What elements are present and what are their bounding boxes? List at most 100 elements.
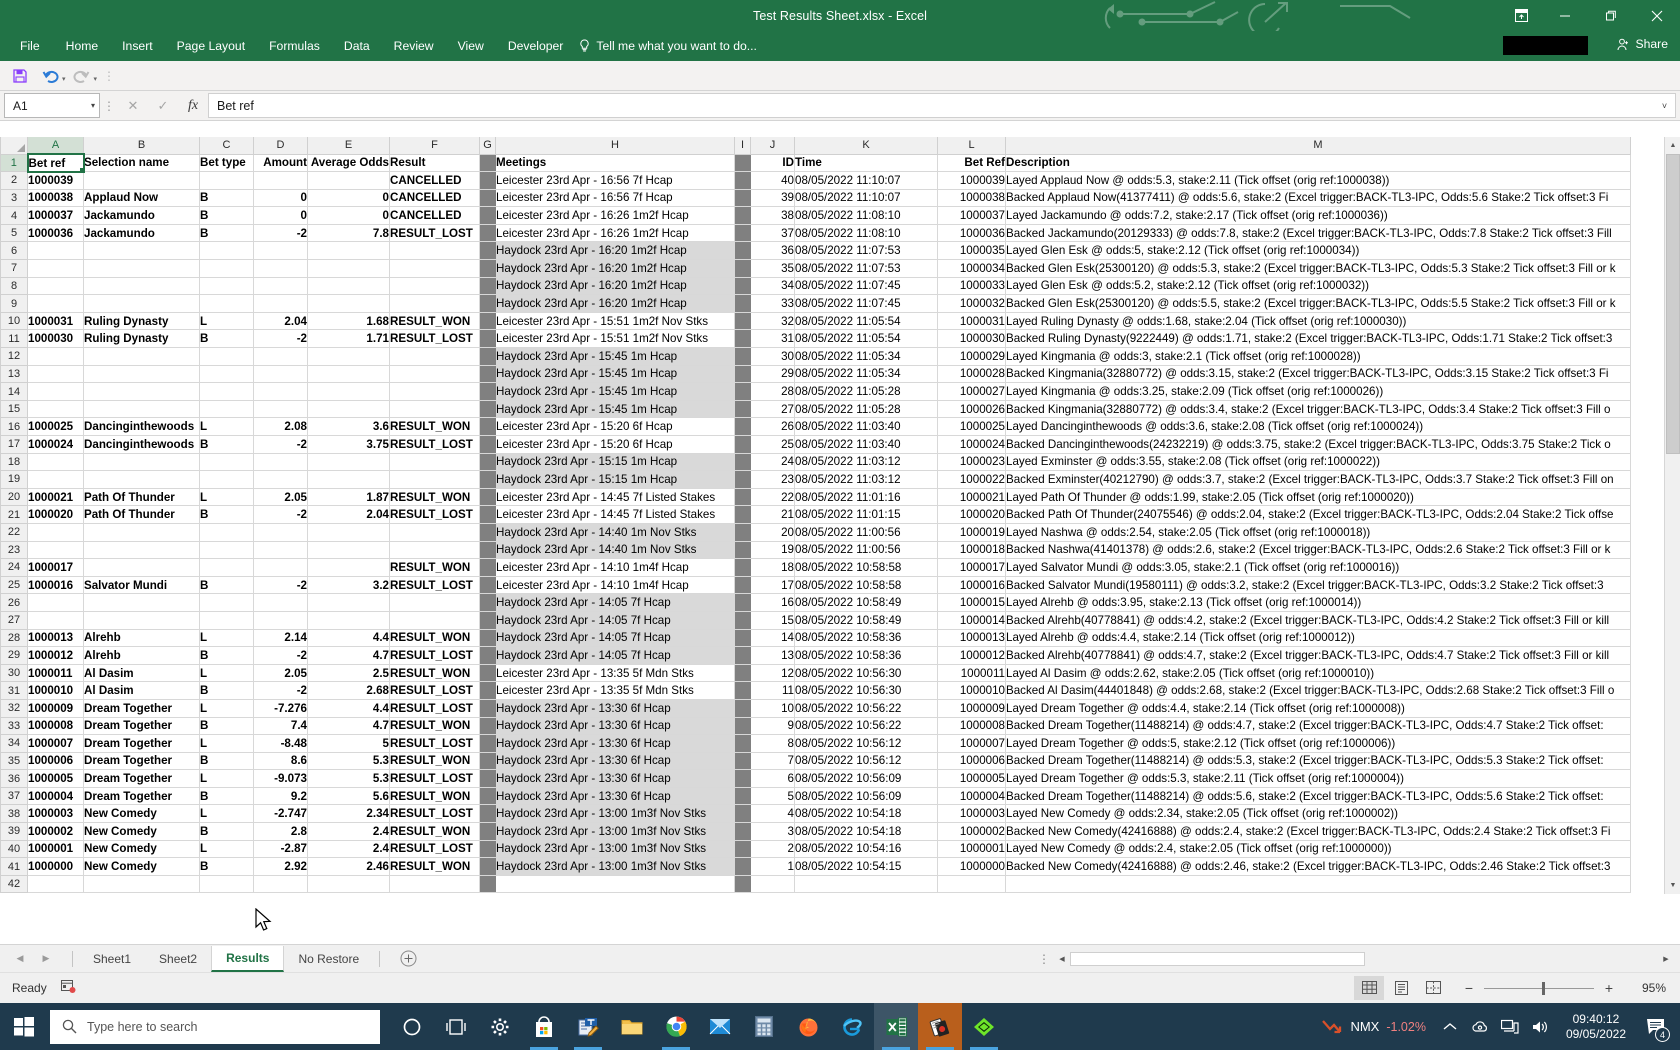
cell-G9[interactable] <box>479 294 496 313</box>
cell-C30[interactable]: L <box>199 664 254 683</box>
undo-button[interactable] <box>36 63 64 89</box>
cell-K24[interactable]: 08/05/2022 10:58:58 <box>794 558 938 577</box>
cell-A24[interactable]: 1000017 <box>27 558 84 577</box>
cell-J3[interactable]: 39 <box>750 189 795 208</box>
network-icon[interactable] <box>1496 1003 1524 1050</box>
cell-K25[interactable]: 08/05/2022 10:58:58 <box>794 576 938 595</box>
cell-K9[interactable]: 08/05/2022 11:07:45 <box>794 294 938 313</box>
cell-K12[interactable]: 08/05/2022 11:05:34 <box>794 347 938 366</box>
save-button[interactable] <box>6 63 34 89</box>
cell-D35[interactable]: 8.6 <box>253 752 308 771</box>
cell-B18[interactable] <box>83 453 200 472</box>
cell-L25[interactable]: 1000016 <box>937 576 1006 595</box>
cell-K39[interactable]: 08/05/2022 10:54:18 <box>794 822 938 841</box>
cell-D29[interactable]: -2 <box>253 646 308 665</box>
cell-H22[interactable]: Haydock 23rd Apr - 14:40 1m Nov Stks <box>495 523 735 542</box>
file-explorer-icon[interactable] <box>610 1003 654 1050</box>
cell-D4[interactable]: 0 <box>253 206 308 225</box>
cell-C21[interactable]: B <box>199 505 254 524</box>
cell-H13[interactable]: Haydock 23rd Apr - 15:45 1m Hcap <box>495 365 735 384</box>
cell-J11[interactable]: 31 <box>750 329 795 349</box>
cell-H41[interactable]: Haydock 23rd Apr - 13:00 1m3f Nov Stks <box>495 857 735 876</box>
table-row[interactable]: 21 1000020 Path Of Thunder B -2 2.04 RESULT_LO… <box>0 505 1631 524</box>
row-header-10[interactable]: 10 <box>0 311 28 331</box>
row-header-31[interactable]: 31 <box>0 681 28 700</box>
cell-F19[interactable] <box>389 470 480 489</box>
cell-G41[interactable] <box>479 857 496 876</box>
sheet-tab-no-restore[interactable]: No Restore <box>284 946 373 972</box>
cell-E4[interactable]: 0 <box>307 206 390 225</box>
green-diamond-app-icon[interactable] <box>962 1003 1006 1050</box>
cell-A23[interactable] <box>27 541 84 560</box>
cell-B29[interactable]: Alrehb <box>83 646 200 665</box>
cell-A11[interactable]: 1000030 <box>27 329 84 349</box>
cell-F15[interactable] <box>389 400 480 419</box>
cell-B14[interactable] <box>83 382 200 401</box>
cell-C14[interactable] <box>199 382 254 401</box>
cell-B4[interactable]: Jackamundo <box>83 206 200 225</box>
cell-C8[interactable] <box>199 277 254 296</box>
row-header-37[interactable]: 37 <box>0 786 28 806</box>
cell-L28[interactable]: 1000013 <box>937 629 1006 648</box>
cell-H3[interactable]: Leicester 23rd Apr - 16:56 7f Hcap <box>495 189 735 208</box>
cell-B1[interactable]: Selection name <box>83 154 200 173</box>
cell-A33[interactable]: 1000008 <box>27 717 84 736</box>
cell-M16[interactable]: Layed Dancinginthewoods @ odds:3.6, stak… <box>1005 417 1631 436</box>
cell-G37[interactable] <box>479 787 496 806</box>
cell-A35[interactable]: 1000006 <box>27 752 84 771</box>
cell-C22[interactable] <box>199 523 254 542</box>
confirm-edit-button[interactable]: ✓ <box>148 94 178 118</box>
cell-L19[interactable]: 1000022 <box>937 470 1006 489</box>
cell-I25[interactable] <box>734 576 751 595</box>
row-header-24[interactable]: 24 <box>0 558 28 577</box>
table-row[interactable]: 27 Haydock 23rd Apr - 14:05 7f Hcap 15 08/0… <box>0 610 1631 630</box>
cell-D14[interactable] <box>253 382 308 401</box>
cell-M12[interactable]: Layed Kingmania @ odds:3, stake:2.1 (Tic… <box>1005 347 1631 366</box>
cell-F21[interactable]: RESULT_LOST <box>389 505 480 524</box>
cell-I35[interactable] <box>734 752 751 771</box>
cell-C4[interactable]: B <box>199 206 254 225</box>
row-header-13[interactable]: 13 <box>0 364 28 384</box>
cell-M30[interactable]: Layed Al Dasim @ odds:2.62, stake:2.05 (… <box>1005 664 1631 683</box>
cell-I33[interactable] <box>734 717 751 736</box>
cell-K14[interactable]: 08/05/2022 11:05:28 <box>794 382 938 401</box>
firefox-icon[interactable] <box>786 1003 830 1050</box>
cell-C33[interactable]: B <box>199 717 254 736</box>
cell-G5[interactable] <box>479 224 496 243</box>
row-header-38[interactable]: 38 <box>0 804 28 824</box>
cell-G3[interactable] <box>479 189 496 208</box>
cell-A14[interactable] <box>27 382 84 401</box>
cell-I5[interactable] <box>734 224 751 243</box>
cell-K1[interactable]: Time <box>794 154 938 173</box>
cell-G23[interactable] <box>479 541 496 560</box>
ribbon-tab-insert[interactable]: Insert <box>110 34 164 58</box>
cell-L40[interactable]: 1000001 <box>937 840 1006 859</box>
cell-M19[interactable]: Backed Exminster(40212790) @ odds:3.7, s… <box>1005 470 1631 489</box>
cell-E7[interactable] <box>307 259 390 278</box>
row-header-25[interactable]: 25 <box>0 575 28 595</box>
cell-A21[interactable]: 1000020 <box>27 505 84 524</box>
cell-M2[interactable]: Layed Applaud Now @ odds:5.3, stake:2.11… <box>1005 171 1631 190</box>
cell-B7[interactable] <box>83 259 200 278</box>
cell-L29[interactable]: 1000012 <box>937 646 1006 665</box>
cell-M42[interactable] <box>1005 875 1631 894</box>
row-header-1[interactable]: 1 <box>0 153 29 173</box>
redo-dropdown-caret[interactable]: ▾ <box>94 75 98 83</box>
settings-icon[interactable] <box>478 1003 522 1050</box>
cell-M26[interactable]: Layed Alrehb @ odds:3.95, stake:2.13 (Ti… <box>1005 593 1631 612</box>
next-sheet-icon[interactable]: ▶ <box>34 948 58 970</box>
table-row[interactable]: 25 1000016 Salvator Mundi B -2 3.2 RESULT_LOST… <box>0 575 1631 595</box>
cell-H16[interactable]: Leicester 23rd Apr - 15:20 6f Hcap <box>495 417 735 436</box>
cell-K40[interactable]: 08/05/2022 10:54:16 <box>794 840 938 859</box>
cell-G18[interactable] <box>479 453 496 472</box>
cell-L37[interactable]: 1000004 <box>937 787 1006 806</box>
cell-J37[interactable]: 5 <box>750 787 795 806</box>
cell-L27[interactable]: 1000014 <box>937 611 1006 630</box>
add-sheet-button[interactable] <box>394 948 422 970</box>
table-row[interactable]: 4 1000037 Jackamundo B 0 0 CANCELLED Leicester … <box>0 206 1631 225</box>
cell-L21[interactable]: 1000020 <box>937 505 1006 524</box>
cell-A8[interactable] <box>27 277 84 296</box>
cell-G31[interactable] <box>479 681 496 700</box>
page-layout-view-button[interactable] <box>1386 976 1416 1000</box>
table-row[interactable]: 35 1000006 Dream Together B 8.6 5.3 RESULT_WON… <box>0 751 1631 771</box>
